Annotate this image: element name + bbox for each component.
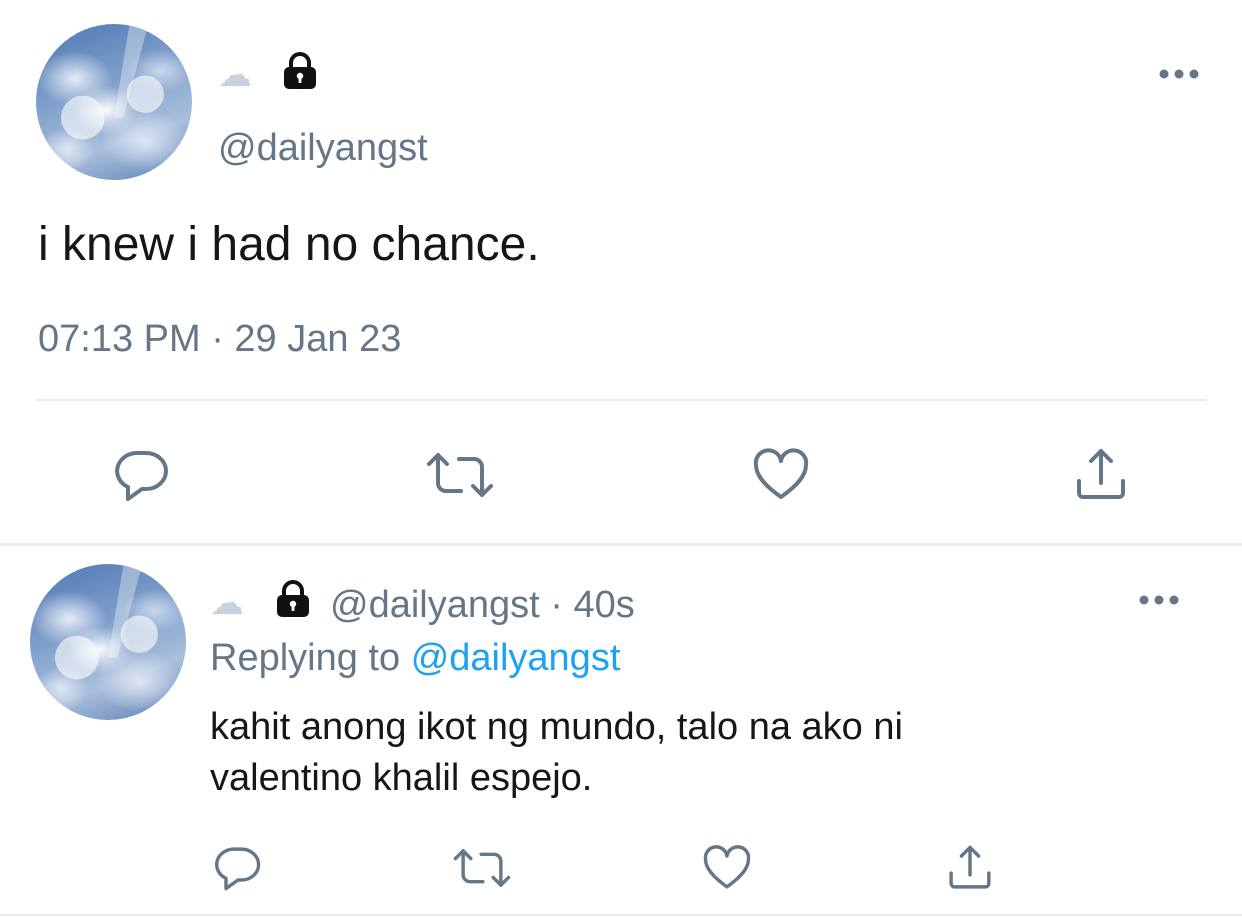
reply-text-line-2: valentino khalil espejo. [210,757,593,799]
reply-icon[interactable] [114,447,170,503]
reply-text-line-1: kahit anong ikot ng mundo, talo na ako n… [210,706,903,748]
more-dots-icon[interactable] [1158,64,1200,84]
replying-to-line: Replying to @dailyangst [210,635,620,681]
like-icon[interactable] [702,844,752,892]
avatar[interactable] [30,564,186,720]
like-icon[interactable] [752,447,810,503]
lock-icon [279,50,321,92]
divider [36,399,1206,401]
share-icon[interactable] [1073,447,1129,503]
replying-to-link[interactable]: @dailyangst [411,637,621,679]
cloud-emoji: ☁ [210,584,244,622]
lock-icon [272,578,314,620]
tweet-text: i knew i had no chance. [38,218,540,271]
more-dots-icon[interactable] [1138,590,1180,610]
divider [0,543,1242,546]
retweet-icon[interactable] [425,447,495,503]
reply-icon[interactable] [214,844,262,892]
username-handle-time[interactable]: @dailyangst · 40s [330,582,635,628]
avatar[interactable] [36,24,192,180]
retweet-icon[interactable] [452,844,512,892]
cloud-emoji: ☁ [218,56,252,94]
tweet-timestamp[interactable]: 07:13 PM · 29 Jan 23 [38,316,401,362]
username-handle[interactable]: @dailyangst [218,125,428,171]
divider [0,914,1242,916]
share-icon[interactable] [946,844,994,892]
replying-prefix: Replying to [210,637,401,679]
